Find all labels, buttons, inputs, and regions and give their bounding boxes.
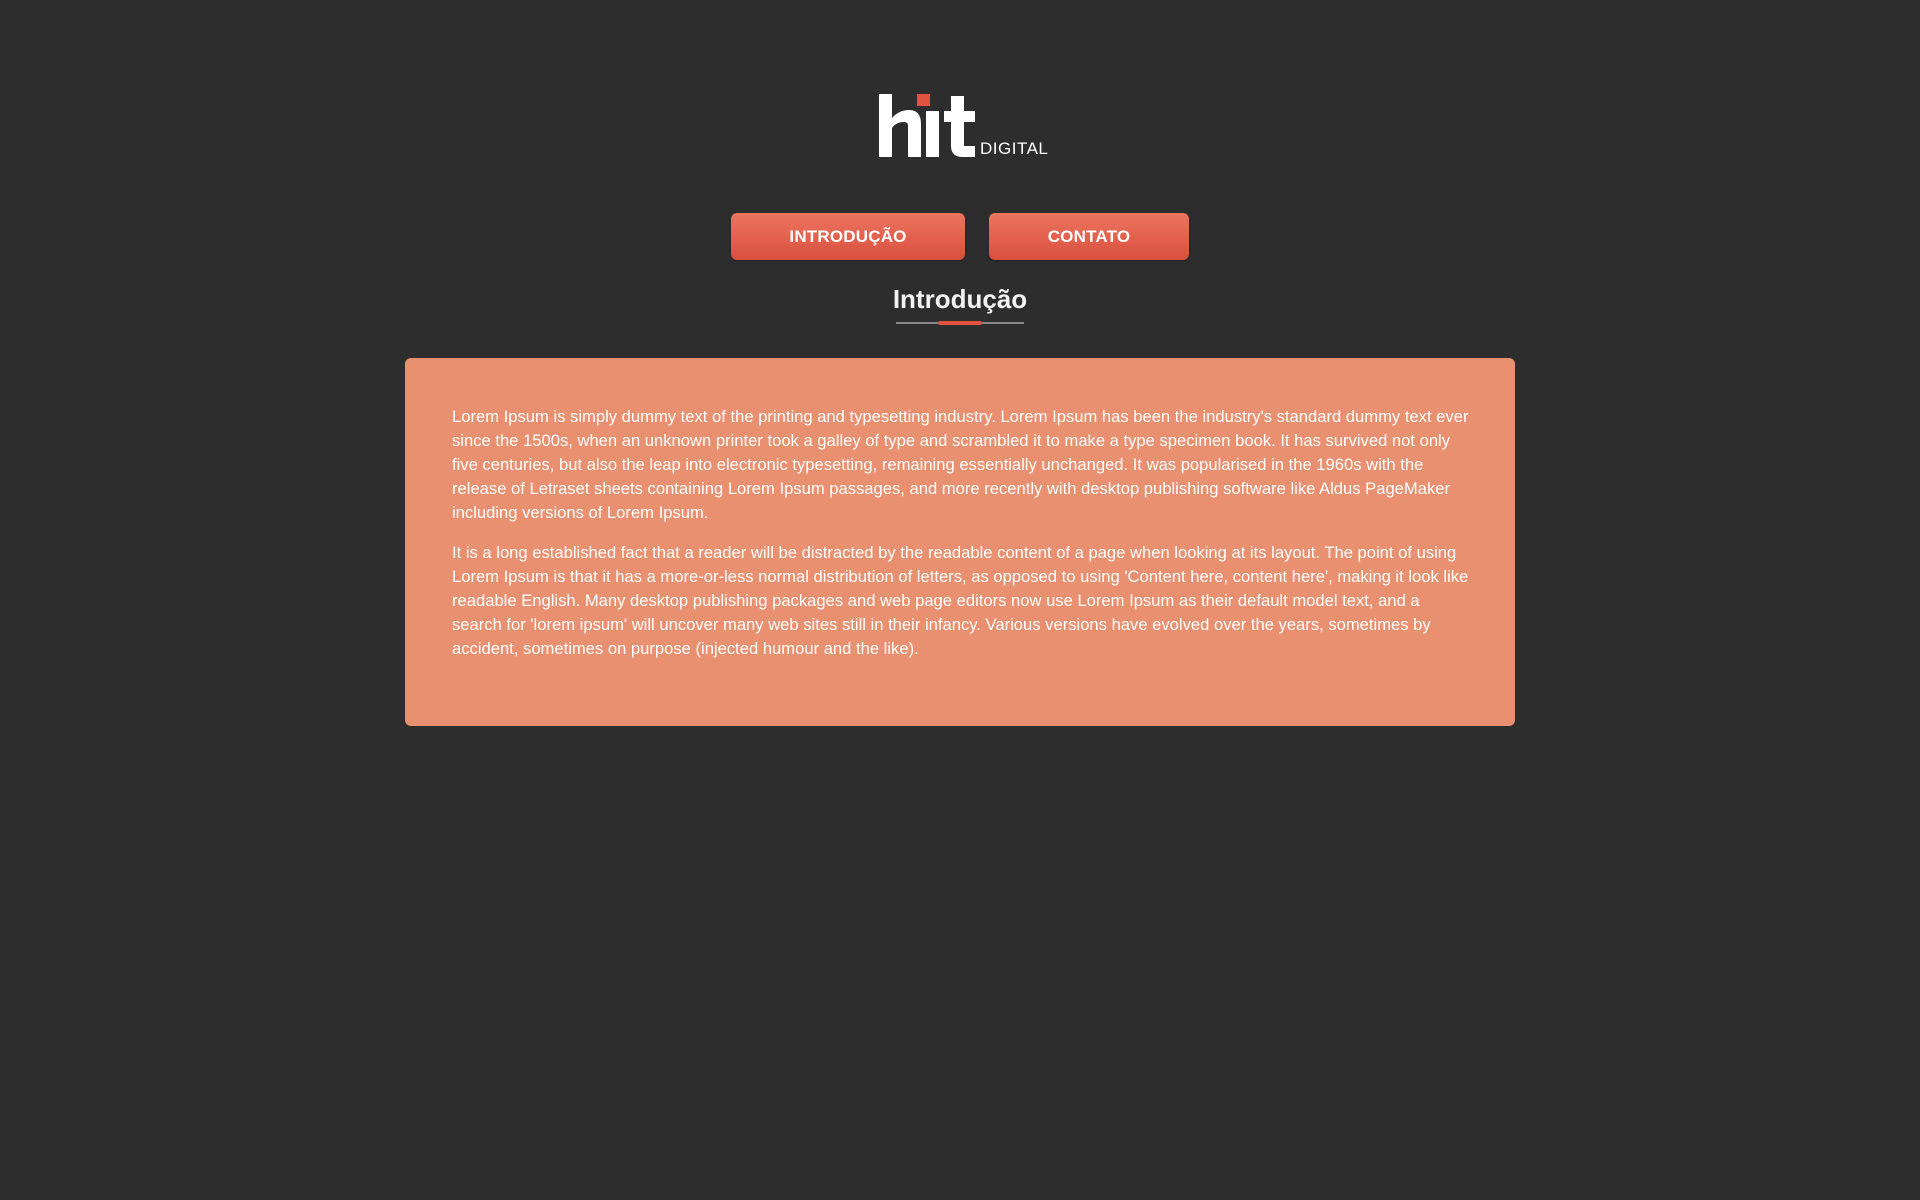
content-paragraph-2: It is a long established fact that a rea… [452,543,1469,658]
logo-subtext: DIGITAL [980,139,1049,158]
content-paragraph-1: Lorem Ipsum is simply dummy text of the … [452,407,1469,522]
nav-button-contato[interactable]: CONTATO [989,213,1189,260]
section-title: Introdução [892,284,1028,314]
hit-logo-wordmark [879,94,975,157]
nav-button-introducao[interactable]: INTRODUÇÃO [731,213,965,260]
page: DIGITAL INTRODUÇÃO CONTATO Introdução Lo… [0,0,1920,1200]
main-nav: INTRODUÇÃO CONTATO [0,213,1920,260]
content-card: Lorem Ipsum is simply dummy text of the … [405,358,1515,726]
hit-digital-logo[interactable]: DIGITAL [879,94,1048,160]
title-underline-accent [938,321,982,325]
